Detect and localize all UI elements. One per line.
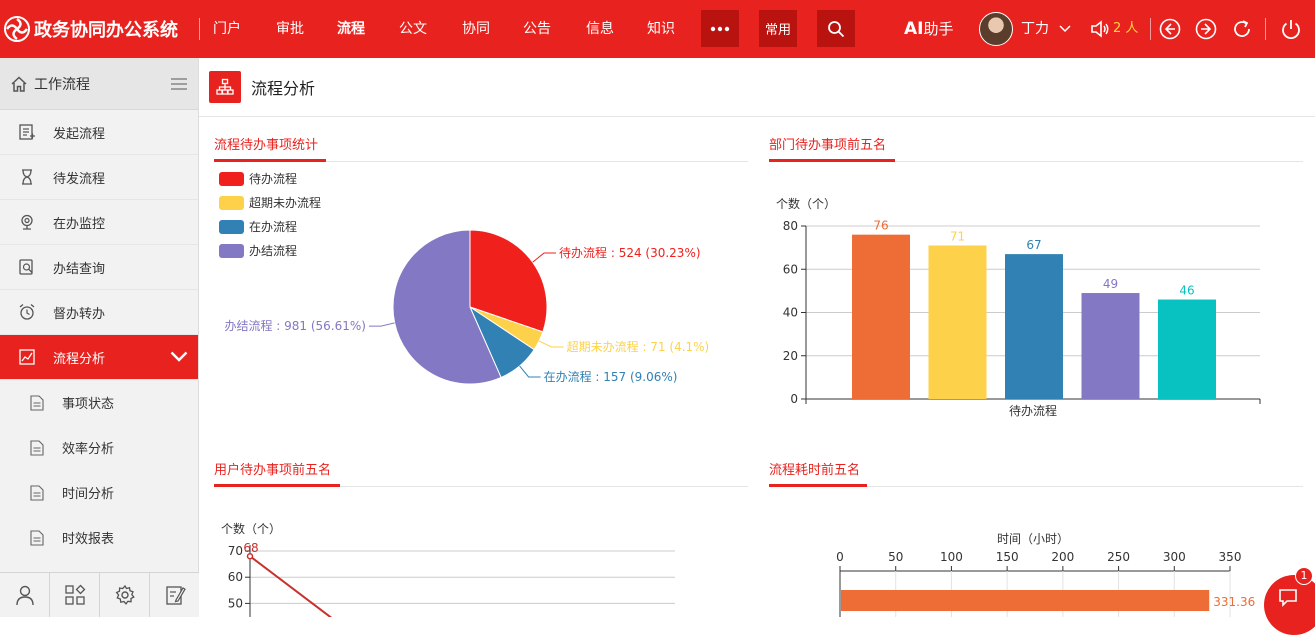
chat-icon <box>1279 589 1297 607</box>
bar-data-label: 67 <box>1026 238 1041 252</box>
y-tick-label: 60 <box>228 570 243 584</box>
bar-data-label: 331.36 <box>1213 595 1255 609</box>
bar <box>928 245 987 399</box>
x-tick-label: 150 <box>996 550 1019 564</box>
axis-label: 个数（个） <box>776 196 836 211</box>
pie-data-label: 超期未办流程 : 71 (4.1%) <box>567 339 710 354</box>
y-tick-label: 40 <box>783 306 798 320</box>
x-tick-label: 100 <box>940 550 963 564</box>
y-tick-label: 0 <box>790 392 798 406</box>
axis-label: 时间（小时） <box>997 532 1069 546</box>
bar-data-label: 71 <box>950 229 965 243</box>
charts-canvas: 待办流程 : 524 (30.23%) 超期未办流程 : 71 (4.1%) 在办流… <box>219 171 1261 617</box>
bar-data-label: 76 <box>873 219 888 233</box>
pie-data-label: 在办流程 : 157 (9.06%) <box>544 369 678 384</box>
legend-swatch <box>219 172 244 186</box>
y-tick-label: 60 <box>783 262 798 276</box>
legend-label: 办结流程 <box>249 243 297 258</box>
x-tick-label: 250 <box>1107 550 1130 564</box>
line-data-label: 68 <box>243 541 258 555</box>
x-tick-label: 350 <box>1219 550 1242 564</box>
bar <box>1005 254 1063 399</box>
bar <box>1081 293 1140 399</box>
x-tick-label: 待办流程 <box>1009 403 1057 418</box>
legend-label: 待办流程 <box>249 171 297 186</box>
pie-label-leader <box>519 365 541 378</box>
pie-label-leader <box>532 252 557 263</box>
legend-swatch <box>219 220 244 234</box>
pie-data-label: 办结流程 : 981 (56.61%) <box>224 318 366 333</box>
legend-swatch <box>219 196 244 210</box>
chat-fab-button[interactable]: 1 <box>1264 567 1315 635</box>
y-tick-label: 50 <box>228 596 243 610</box>
x-tick-label: 0 <box>836 550 844 564</box>
axis-label: 个数（个） <box>221 521 281 536</box>
x-tick-label: 300 <box>1163 550 1186 564</box>
bar <box>1158 299 1216 399</box>
y-tick-label: 70 <box>228 544 243 558</box>
bar-data-label: 46 <box>1179 284 1194 298</box>
pie-label-leader <box>538 340 564 348</box>
bar <box>852 234 910 399</box>
legend-label: 超期未办流程 <box>249 195 321 210</box>
notification-badge: 1 <box>1295 567 1313 585</box>
pie-data-label: 待办流程 : 524 (30.23%) <box>559 245 701 260</box>
y-tick-label: 20 <box>783 349 798 363</box>
bar-data-label: 49 <box>1103 277 1118 291</box>
bar <box>841 590 1210 611</box>
x-tick-label: 200 <box>1051 550 1074 564</box>
y-tick-label: 80 <box>783 219 798 233</box>
pie-label-leader <box>368 322 395 327</box>
legend-swatch <box>219 244 244 258</box>
legend-label: 在办流程 <box>249 219 297 234</box>
line-series <box>249 555 333 617</box>
x-tick-label: 50 <box>888 550 903 564</box>
